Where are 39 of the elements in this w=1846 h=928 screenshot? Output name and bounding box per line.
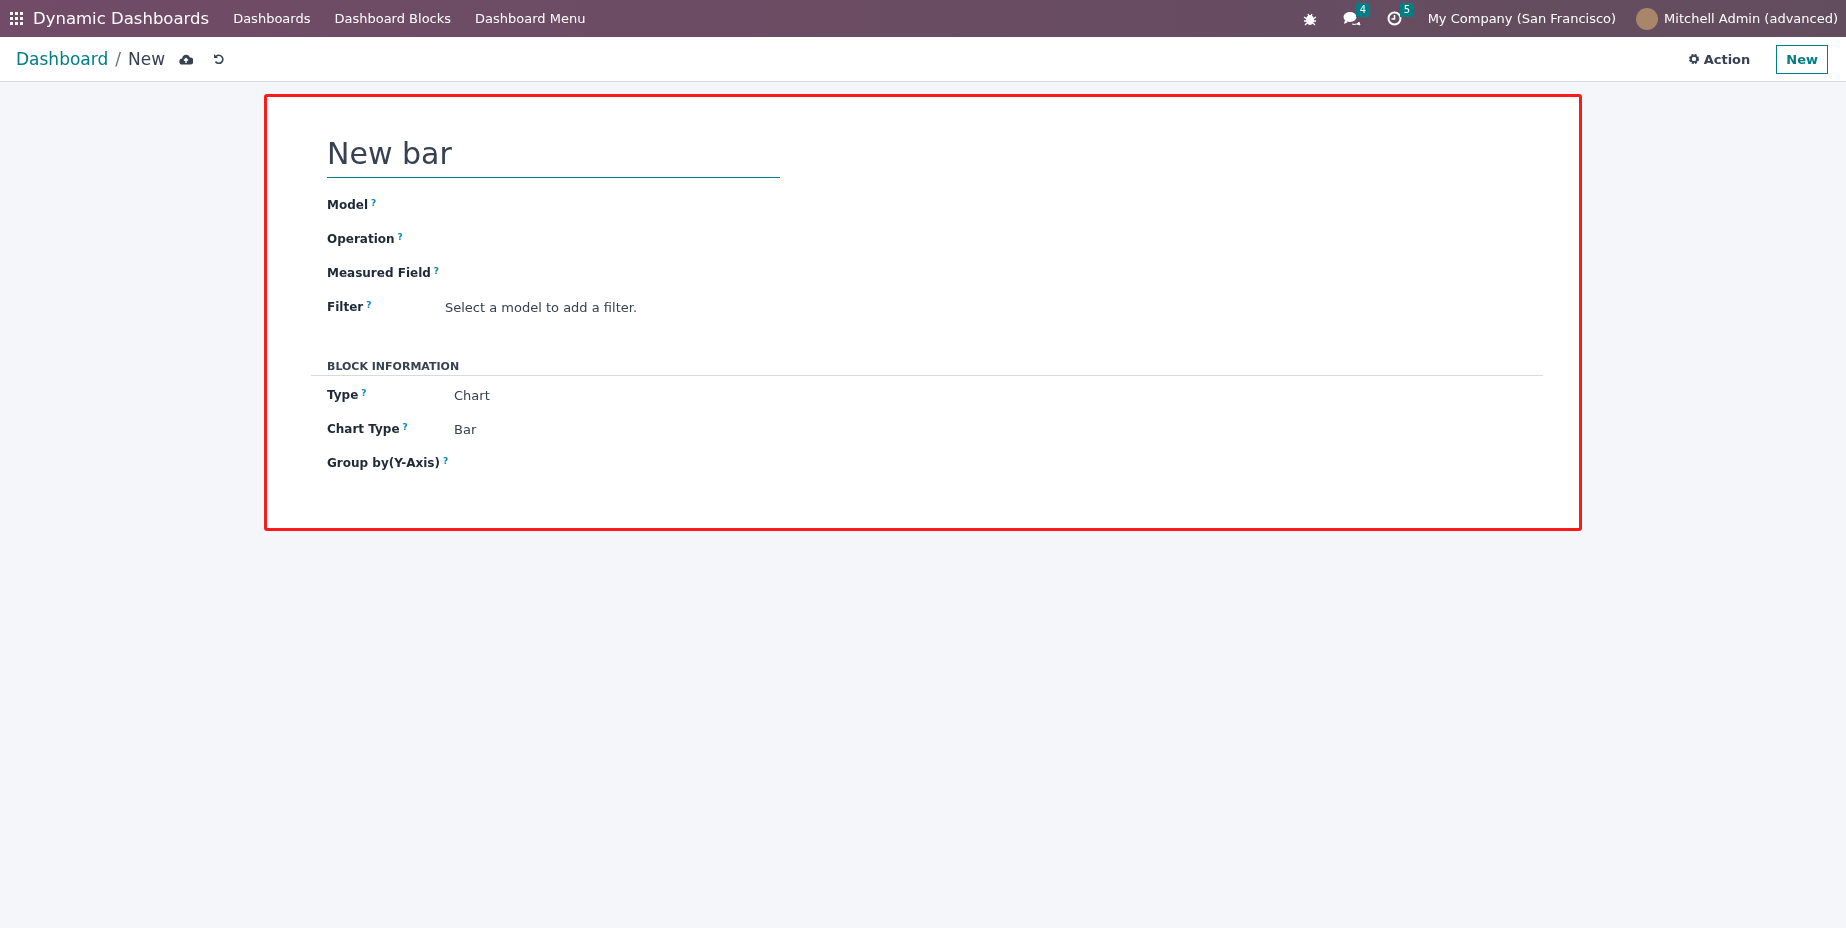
field-value[interactable]: Chart — [454, 388, 490, 403]
count-badge: 4 — [1355, 3, 1370, 17]
menu-item[interactable]: Dashboards — [233, 11, 311, 26]
field-label: Model — [327, 198, 369, 212]
help-tooltip-mark[interactable]: ? — [371, 198, 377, 208]
help-tooltip-mark[interactable]: ? — [442, 456, 449, 466]
field-label: Measured Field — [327, 266, 431, 280]
field-label: Filter — [327, 300, 364, 314]
clock-icon[interactable] — [1386, 11, 1402, 26]
breadcrumb-separator: / — [115, 49, 121, 69]
app-name[interactable]: Dynamic Dashboards — [33, 9, 210, 28]
help-tooltip-mark[interactable]: ? — [397, 232, 403, 242]
count-badge: 5 — [1399, 3, 1414, 17]
help-tooltip-mark[interactable]: ? — [366, 300, 372, 310]
field-label: Chart Type — [327, 422, 400, 436]
menu-item[interactable]: Dashboard Blocks — [334, 11, 452, 26]
action-menu[interactable]: Action — [1687, 51, 1751, 67]
help-tooltip-mark[interactable]: ? — [361, 388, 367, 398]
section-heading: BLOCK INFORMATION — [311, 360, 1543, 376]
undo-icon[interactable] — [213, 53, 226, 65]
help-tooltip-mark[interactable]: ? — [402, 422, 408, 432]
field-label: Group by(Y-Axis) — [327, 456, 440, 470]
user-menu[interactable]: Mitchell Admin (advanced) — [1664, 11, 1838, 26]
menu-item[interactable]: Dashboard Menu — [475, 11, 586, 26]
record-name-field[interactable]: New bar — [327, 135, 780, 178]
breadcrumb-link[interactable]: Dashboard — [16, 49, 109, 69]
field-label: Operation — [327, 232, 395, 246]
app-grid-icon[interactable] — [10, 12, 23, 25]
cloud-upload-icon[interactable] — [179, 53, 194, 65]
new-button[interactable]: New — [1776, 44, 1828, 74]
field-label: Type — [327, 388, 359, 402]
company-switcher[interactable]: My Company (San Francisco) — [1427, 11, 1617, 26]
field-value[interactable]: Select a model to add a filter. — [445, 300, 637, 315]
bug-icon[interactable] — [1302, 11, 1317, 26]
gear-icon — [1687, 53, 1700, 65]
breadcrumb-current: New — [127, 49, 166, 69]
chat-icon[interactable] — [1342, 11, 1361, 26]
help-tooltip-mark[interactable]: ? — [433, 266, 440, 276]
field-value[interactable]: Bar — [454, 422, 477, 437]
